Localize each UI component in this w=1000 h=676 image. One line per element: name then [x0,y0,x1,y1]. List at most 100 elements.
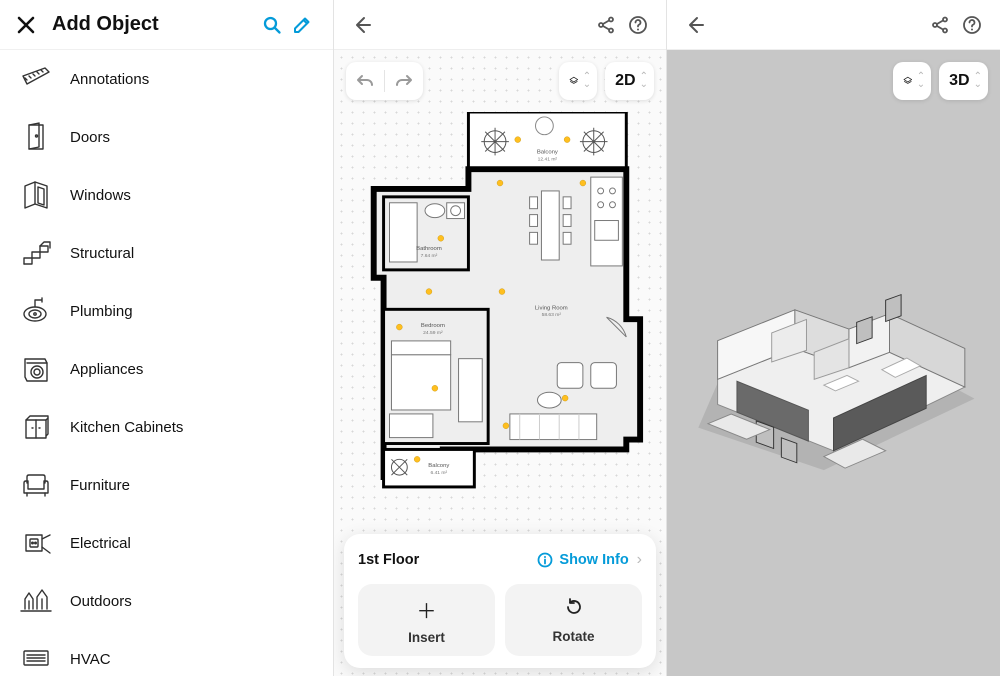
plumbing-icon [18,293,54,329]
category-label: Windows [70,187,131,204]
room-label: Bedroom [421,323,445,329]
room-label: Living Room [535,305,568,311]
category-kitchen-cabinets[interactable]: Kitchen Cabinets [0,398,333,456]
info-icon [537,552,553,568]
appliances-icon [18,351,54,387]
category-structural[interactable]: Structural [0,224,333,282]
help-icon [628,15,648,35]
windows-icon [18,177,54,213]
undo-icon [356,73,374,89]
room-area: 12.41 m² [538,156,558,162]
chevron-right-icon: › [637,551,642,569]
editor-2d-topbar [334,0,666,50]
view-mode-selector-3d[interactable]: 3D ⌃⌄ [939,62,988,100]
share-button[interactable] [590,9,622,41]
view-mode-label: 3D [949,72,969,90]
help-button[interactable] [622,9,654,41]
room-label: Balcony [428,463,449,469]
editor-3d-panel: ⌃⌄ 3D ⌃⌄ [666,0,1000,676]
category-label: Outdoors [70,593,132,610]
structural-icon [18,235,54,271]
category-label: Furniture [70,477,130,494]
share-button[interactable] [924,9,956,41]
back-button[interactable] [346,9,378,41]
category-hvac[interactable]: HVAC [0,630,333,676]
chevron-updown-icon: ⌃⌄ [640,73,648,89]
category-appliances[interactable]: Appliances [0,340,333,398]
insert-button[interactable]: ＋ Insert [358,584,495,656]
canvas-2d[interactable]: ⌃⌄ 2D ⌃⌄ [334,50,666,676]
category-plumbing[interactable]: Plumbing [0,282,333,340]
redo-icon [395,73,413,89]
editor-3d-topbar [667,0,1000,50]
editor-2d-panel: ⌃⌄ 2D ⌃⌄ [333,0,666,676]
close-icon [16,15,36,35]
category-furniture[interactable]: Furniture [0,456,333,514]
view-mode-selector-2d[interactable]: 2D ⌃⌄ [605,62,654,100]
hvac-icon [18,641,54,676]
undo-button[interactable] [346,62,384,100]
category-label: Plumbing [70,303,133,320]
room-label: Bathroom [416,246,442,252]
layers-icon [569,71,579,91]
rotate-icon [564,597,584,623]
arrow-left-icon [352,15,372,35]
share-icon [596,15,616,35]
undo-redo-group [346,62,423,100]
redo-button[interactable] [385,62,423,100]
add-object-header: Add Object [0,0,333,50]
arrow-left-icon [685,15,705,35]
kitchen-cabinets-icon [18,409,54,445]
category-label: HVAC [70,651,111,668]
rotate-label: Rotate [552,629,594,644]
category-label: Electrical [70,535,131,552]
view-mode-label: 2D [615,72,635,90]
layers-button[interactable]: ⌃⌄ [559,62,597,100]
share-icon [930,15,950,35]
room-label: Balcony [537,149,558,155]
outdoors-icon [18,583,54,619]
panel-title: Add Object [52,13,257,36]
category-outdoors[interactable]: Outdoors [0,572,333,630]
floor-label: 1st Floor [358,552,537,568]
floorplan-3d [679,230,988,490]
help-button[interactable] [956,9,988,41]
rotate-button[interactable]: Rotate [505,584,642,656]
category-annotations[interactable]: Annotations [0,50,333,108]
floating-toolbar-3d: ⌃⌄ 3D ⌃⌄ [667,62,1000,100]
category-label: Doors [70,129,110,146]
category-list: Annotations Doors Windows Structural Plu… [0,50,333,676]
add-object-panel: Add Object Annotations Doors Windows [0,0,333,676]
help-icon [962,15,982,35]
bottom-sheet: 1st Floor Show Info › ＋ Insert [344,534,656,668]
furniture-icon [18,467,54,503]
category-label: Kitchen Cabinets [70,419,183,436]
category-label: Appliances [70,361,143,378]
show-info-label: Show Info [559,552,628,568]
room-area: 7.64 m² [421,253,438,259]
chevron-updown-icon: ⌃⌄ [974,73,982,89]
category-label: Structural [70,245,134,262]
plus-icon: ＋ [417,595,437,624]
category-label: Annotations [70,71,149,88]
show-info-button[interactable]: Show Info [537,552,628,568]
doors-icon [18,119,54,155]
search-button[interactable] [257,10,287,40]
search-icon [262,15,282,35]
pencil-icon [292,15,312,35]
category-doors[interactable]: Doors [0,108,333,166]
canvas-3d[interactable]: ⌃⌄ 3D ⌃⌄ [667,50,1000,676]
back-button[interactable] [679,9,711,41]
floating-toolbar-2d: ⌃⌄ 2D ⌃⌄ [334,62,666,100]
room-area: 6.41 m² [430,470,447,476]
category-electrical[interactable]: Electrical [0,514,333,572]
category-windows[interactable]: Windows [0,166,333,224]
close-button[interactable] [10,9,42,41]
layers-button[interactable]: ⌃⌄ [893,62,931,100]
annotations-icon [18,61,54,97]
room-area: 24.59 m² [423,330,443,336]
room-area: 58.63 m² [542,312,562,318]
edit-button[interactable] [287,10,317,40]
electrical-icon [18,525,54,561]
insert-label: Insert [408,630,445,645]
